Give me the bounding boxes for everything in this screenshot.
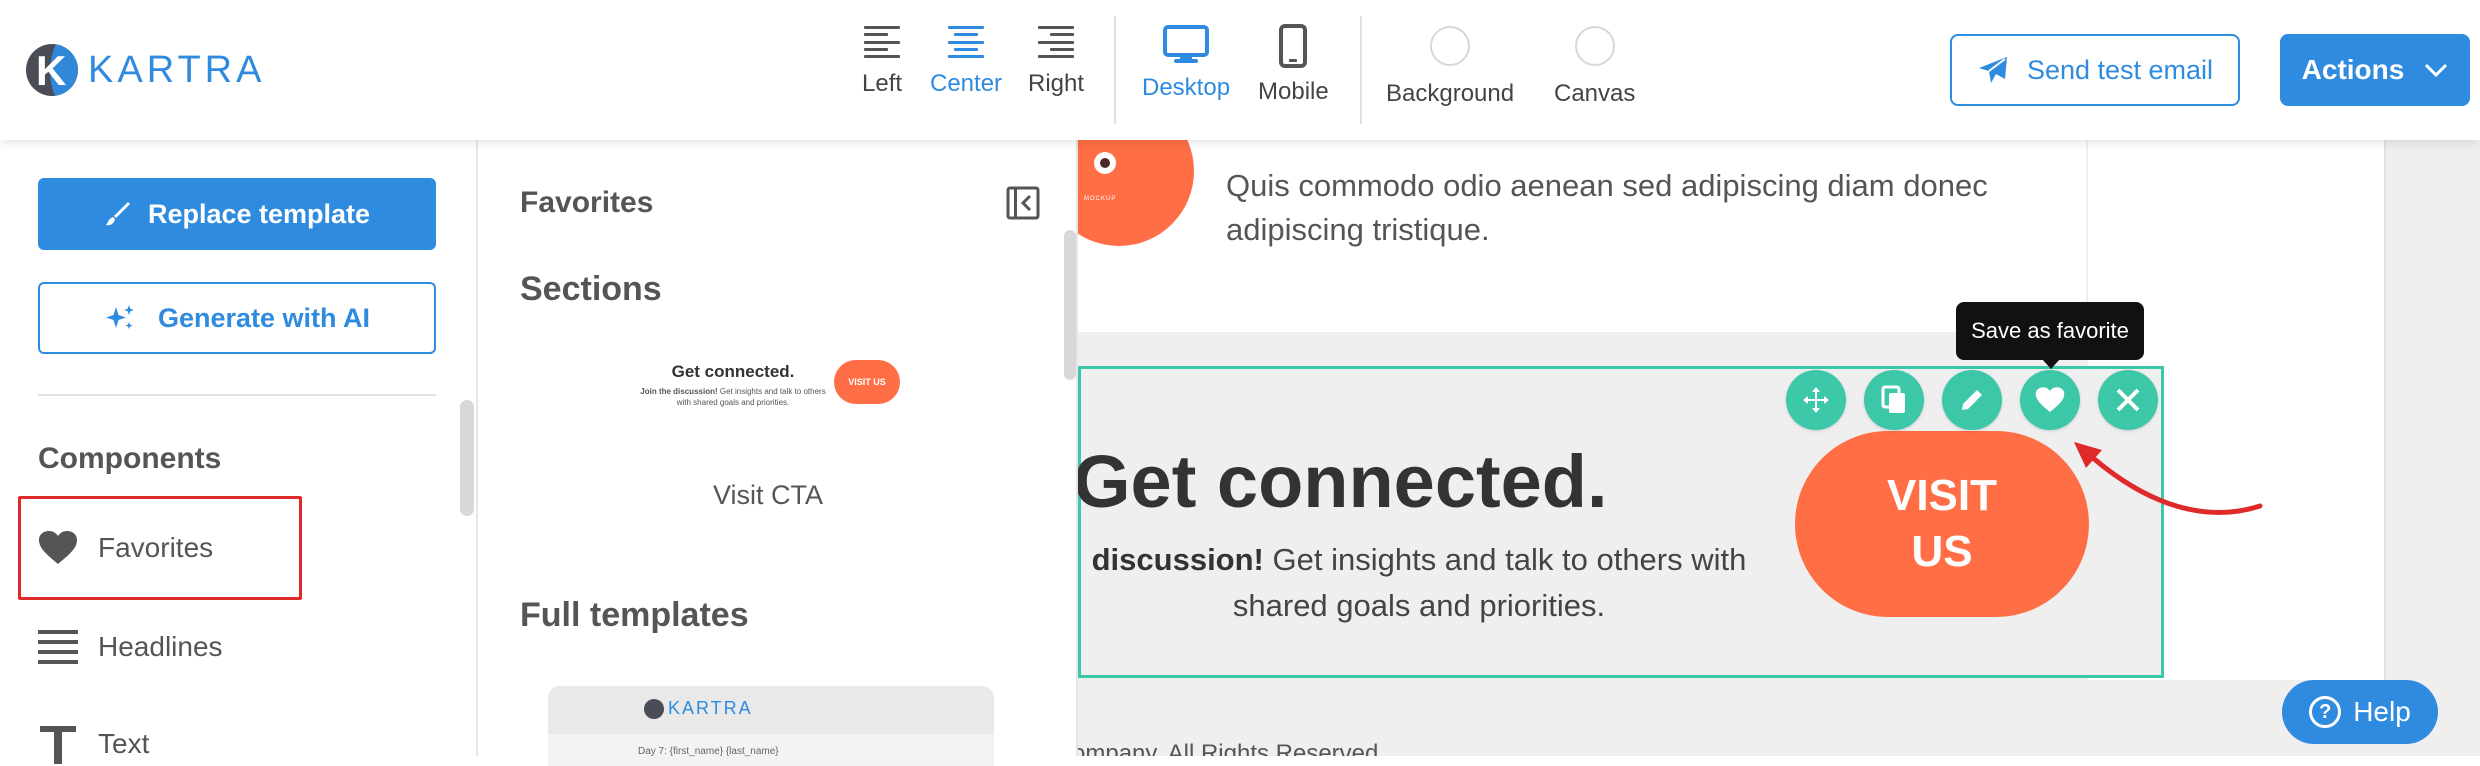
component-headlines-label: Headlines xyxy=(98,631,223,662)
component-text[interactable]: Text xyxy=(38,724,149,764)
delete-section-button[interactable] xyxy=(2098,370,2158,430)
question-icon: ? xyxy=(2309,696,2342,728)
actions-label: Actions xyxy=(2301,54,2405,85)
components-heading: Components xyxy=(38,442,222,475)
send-test-email-label: Send test email xyxy=(2026,54,2214,85)
footer-copyright: ompany. All Rights Reserved. xyxy=(1078,740,1386,756)
sections-heading: Sections xyxy=(520,270,662,308)
visit-cta-caption: Visit CTA xyxy=(712,480,824,510)
component-text-label: Text xyxy=(98,728,150,759)
previous-section-text: Quis commodo odio aenean sed adipiscing … xyxy=(1226,168,1988,247)
pencil-icon xyxy=(1962,390,1982,410)
logo-text: KARTRA xyxy=(88,48,266,91)
mobile-icon xyxy=(1279,24,1308,68)
save-favorite-tooltip: Save as favorite xyxy=(1956,302,2144,369)
component-headlines[interactable]: Headlines xyxy=(38,630,223,664)
close-icon xyxy=(2116,388,2140,412)
cta-headline[interactable]: Get connected. xyxy=(1078,439,1608,524)
align-center-label: Center xyxy=(930,70,1003,97)
align-left-label: Left xyxy=(862,70,903,97)
canvas-color-picker[interactable]: Canvas xyxy=(1554,26,1635,108)
favorites-highlight-box xyxy=(18,496,302,600)
generate-with-ai-label: Generate with AI xyxy=(157,302,371,333)
background-swatch xyxy=(1430,26,1471,66)
kartra-logo-mark: K xyxy=(26,44,78,96)
text-icon xyxy=(38,724,78,764)
replace-template-button[interactable]: Replace template xyxy=(38,178,436,250)
thumb-cta-title: Get connected. xyxy=(671,362,795,381)
sidebar-scrollbar[interactable] xyxy=(460,400,474,516)
align-right-button[interactable]: Right xyxy=(1028,24,1084,98)
visit-cta-thumbnail[interactable]: Get connected. Join the discussion! Get … xyxy=(638,356,908,416)
canvas-edge xyxy=(2384,140,2386,680)
canvas-swatch xyxy=(1574,26,1615,66)
duplicate-section-button[interactable] xyxy=(1864,370,1924,430)
help-label: Help xyxy=(2353,696,2411,727)
generate-with-ai-button[interactable]: Generate with AI xyxy=(38,282,436,354)
actions-dropdown-button[interactable]: Actions xyxy=(2280,34,2470,106)
headlines-icon xyxy=(38,630,78,664)
move-section-button[interactable] xyxy=(1786,370,1846,430)
visit-us-button[interactable]: VISIT US xyxy=(1795,431,2089,617)
copy-icon xyxy=(1881,385,1905,413)
template-thumb-logo: KARTRA xyxy=(644,698,753,719)
orange-badge-image: MOCKUP xyxy=(1078,140,1194,246)
mobile-label: Mobile xyxy=(1258,78,1329,105)
previous-section-card[interactable]: MOCKUP Quis commodo odio aenean sed adip… xyxy=(1078,140,2086,332)
brush-icon xyxy=(105,202,130,226)
template-thumb-line: Day 7: {first_name} {last_name} xyxy=(638,746,779,757)
collapse-panel-icon[interactable] xyxy=(1006,186,1040,220)
edit-section-button[interactable] xyxy=(1942,370,2002,430)
sparkle-icon xyxy=(105,305,134,329)
toolbar-divider xyxy=(1360,16,1362,124)
align-center-icon xyxy=(948,24,985,60)
canvas-label: Canvas xyxy=(1554,80,1636,107)
desktop-label: Desktop xyxy=(1142,74,1231,101)
background-color-picker[interactable]: Background xyxy=(1386,26,1514,108)
cta-subtext[interactable]: discussion! Get insights and talk to oth… xyxy=(1078,537,1769,629)
thumb-cta-button: VISIT US xyxy=(834,360,900,404)
components-sidebar: Replace template Generate with AI Compon… xyxy=(0,140,478,764)
align-right-label: Right xyxy=(1028,70,1085,97)
panel-scrollbar[interactable] xyxy=(1064,230,1076,380)
toolbar-divider xyxy=(1114,16,1116,124)
save-favorite-button[interactable] xyxy=(2020,370,2080,430)
desktop-icon xyxy=(1163,25,1210,63)
align-left-icon xyxy=(864,24,901,60)
send-test-email-button[interactable]: Send test email xyxy=(1950,34,2240,106)
visit-cta-section[interactable]: Get connected. discussion! Get insights … xyxy=(1078,366,2164,678)
top-toolbar: K KARTRA Left Center Right Desktop Mobil… xyxy=(0,0,2480,140)
full-template-thumbnail[interactable]: KARTRA Day 7: {first_name} {last_name} xyxy=(548,686,994,766)
desktop-view-button[interactable]: Desktop xyxy=(1142,24,1230,102)
full-templates-heading: Full templates xyxy=(520,596,749,634)
background-label: Background xyxy=(1386,80,1515,107)
mobile-view-button[interactable]: Mobile xyxy=(1258,24,1329,106)
paper-plane-icon xyxy=(1978,57,2007,83)
heart-icon xyxy=(2035,387,2065,412)
align-right-icon xyxy=(1038,24,1075,60)
sidebar-divider xyxy=(38,394,436,396)
kartra-logo[interactable]: K KARTRA xyxy=(26,44,265,96)
thumb-cta-subtitle: Join the discussion! Get insights and ta… xyxy=(640,387,826,407)
favorites-panel: Favorites Sections Get connected. Join t… xyxy=(476,140,1078,766)
align-center-button[interactable]: Center xyxy=(930,24,1002,98)
move-icon xyxy=(1803,387,1829,413)
chevron-down-icon xyxy=(2425,63,2448,77)
annotation-arrow-icon xyxy=(2074,442,2263,515)
align-left-button[interactable]: Left xyxy=(862,24,902,98)
replace-template-label: Replace template xyxy=(147,198,371,229)
favorites-panel-title: Favorites xyxy=(520,186,654,219)
help-button[interactable]: ? Help xyxy=(2282,680,2438,744)
